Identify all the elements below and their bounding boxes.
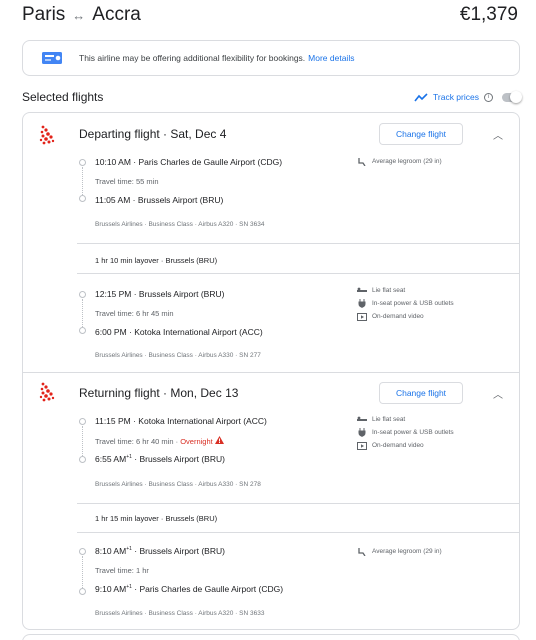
track-prices-label[interactable]: Track prices — [433, 92, 479, 102]
leg-timeline — [78, 418, 88, 463]
leg-amenities: Average legroom (29 in) — [357, 545, 517, 558]
change-returning-flight-button[interactable]: Change flight — [379, 382, 463, 404]
warning-icon — [214, 436, 224, 444]
amenity-power: In-seat power & USB outlets — [357, 297, 517, 310]
track-prices: Track prices i — [414, 90, 522, 103]
leg-travel-time: Travel time: 6 hr 40 min · Overnight — [95, 436, 224, 446]
notice-text: This airline may be offering additional … — [79, 53, 306, 63]
leg-flight-details: Brussels Airlines · Business Class · Air… — [95, 221, 265, 228]
timeline-dot — [79, 548, 86, 555]
legroom-icon — [357, 547, 367, 556]
destination-city: Accra — [92, 4, 141, 25]
track-prices-toggle[interactable] — [502, 90, 522, 103]
leg-travel-time: Travel time: 1 hr — [95, 566, 149, 575]
leg-arrival: 11:05 AM · Brussels Airport (BRU) — [95, 195, 224, 205]
legroom-icon — [357, 157, 367, 166]
leg-arrival: 9:10 AM+1 · Paris Charles de Gaulle Airp… — [95, 584, 284, 594]
ticket-icon — [42, 52, 62, 64]
leg-amenities: Lie flat seat In-seat power & USB outlet… — [357, 413, 517, 452]
flat-seat-icon — [357, 287, 367, 295]
collapse-chevron-icon[interactable]: ︿ — [493, 127, 503, 142]
leg-travel-time: Travel time: 6 hr 45 min — [95, 309, 174, 318]
departing-flight-title: Departing flight · Sat, Dec 4 — [79, 127, 227, 141]
leg-timeline — [78, 291, 88, 336]
amenity-legroom: Average legroom (29 in) — [357, 155, 517, 168]
change-departing-flight-button[interactable]: Change flight — [379, 123, 463, 145]
route-title: Paris ↔ Accra — [22, 4, 141, 26]
leg-amenities: Average legroom (29 in) — [357, 155, 517, 168]
leg-flight-details: Brussels Airlines · Business Class · Air… — [95, 481, 261, 488]
leg-arrival: 6:55 AM+1 · Brussels Airport (BRU) — [95, 454, 225, 464]
video-icon — [357, 312, 367, 321]
brussels-airlines-logo-icon — [39, 125, 55, 145]
departing-flight-card: Departing flight · Sat, Dec 4 Change fli… — [22, 112, 520, 372]
timeline-dot — [79, 195, 86, 202]
leg-timeline — [78, 548, 88, 595]
amenity-flat-seat: Lie flat seat — [357, 413, 517, 426]
amenity-video: On-demand video — [357, 439, 517, 452]
layover-info: 1 hr 10 min layover · Brussels (BRU) — [95, 256, 218, 265]
timeline-dot — [79, 456, 86, 463]
leg-departure: 11:15 PM · Kotoka International Airport … — [95, 416, 267, 426]
leg-timeline — [78, 159, 88, 204]
returning-flight-title: Returning flight · Mon, Dec 13 — [79, 386, 239, 400]
power-outlet-icon — [357, 299, 367, 308]
next-card-edge — [22, 634, 520, 640]
flexibility-notice: This airline may be offering additional … — [22, 40, 520, 76]
collapse-chevron-icon[interactable]: ︿ — [493, 386, 503, 401]
trend-icon — [414, 92, 428, 101]
leg-departure: 10:10 AM · Paris Charles de Gaulle Airpo… — [95, 157, 283, 167]
leg-travel-time: Travel time: 55 min — [95, 177, 159, 186]
amenity-video: On-demand video — [357, 310, 517, 323]
total-price: €1,379 — [459, 4, 518, 25]
leg-arrival: 6:00 PM · Kotoka International Airport (… — [95, 327, 263, 337]
layover-info: 1 hr 15 min layover · Brussels (BRU) — [95, 514, 218, 523]
timeline-dot — [79, 291, 86, 298]
timeline-dot — [79, 418, 86, 425]
leg-flight-details: Brussels Airlines · Business Class · Air… — [95, 610, 265, 617]
timeline-dot — [79, 159, 86, 166]
timeline-dot — [79, 327, 86, 334]
overnight-label: Overnight — [180, 437, 213, 446]
trip-header: Paris ↔ Accra €1,379 — [22, 2, 518, 28]
leg-departure: 8:10 AM+1 · Brussels Airport (BRU) — [95, 546, 225, 556]
leg-departure: 12:15 PM · Brussels Airport (BRU) — [95, 289, 225, 299]
amenity-power: In-seat power & USB outlets — [357, 426, 517, 439]
power-outlet-icon — [357, 428, 367, 437]
selected-flights-title: Selected flights — [22, 90, 104, 104]
swap-arrows-icon: ↔ — [72, 7, 86, 23]
leg-flight-details: Brussels Airlines · Business Class · Air… — [95, 352, 261, 359]
leg-amenities: Lie flat seat In-seat power & USB outlet… — [357, 284, 517, 323]
brussels-airlines-logo-icon — [39, 382, 55, 402]
amenity-legroom: Average legroom (29 in) — [357, 545, 517, 558]
info-icon[interactable]: i — [484, 92, 493, 102]
video-icon — [357, 441, 367, 450]
amenity-flat-seat: Lie flat seat — [357, 284, 517, 297]
returning-flight-card: Returning flight · Mon, Dec 13 Change fl… — [22, 372, 520, 630]
flat-seat-icon — [357, 416, 367, 424]
selected-flights-row: Selected flights Track prices i — [22, 88, 522, 106]
timeline-dot — [79, 588, 86, 595]
origin-city: Paris — [22, 4, 66, 25]
more-details-link[interactable]: More details — [308, 53, 354, 63]
